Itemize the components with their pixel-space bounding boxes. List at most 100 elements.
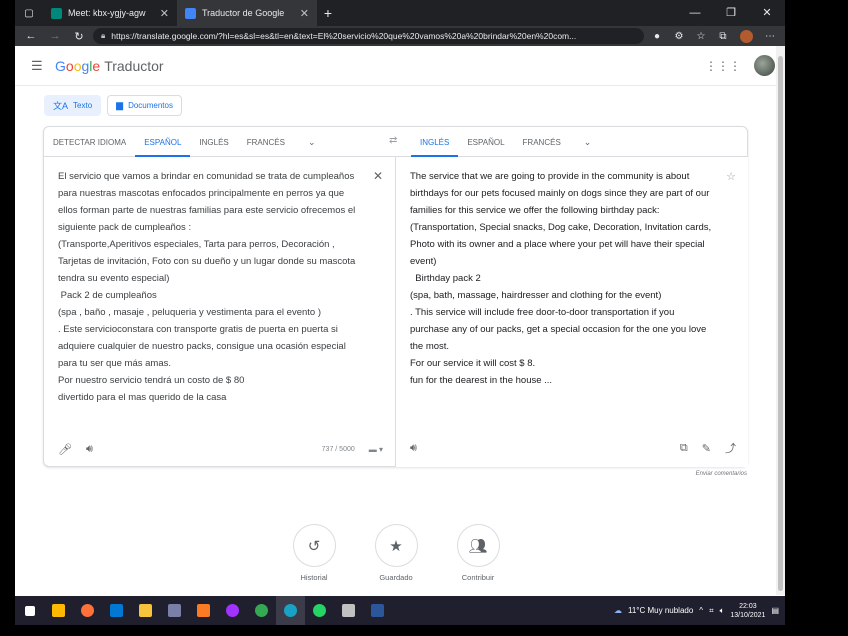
new-tab-button[interactable]: +: [317, 0, 339, 26]
network-icon[interactable]: ⌗: [709, 606, 714, 616]
url-field[interactable]: 🔒︎ https://translate.google.com/?hl=es&s…: [93, 28, 644, 44]
menu-icon[interactable]: ⋯: [761, 31, 779, 42]
logo-product: Traductor: [104, 57, 164, 74]
action-label: Historial: [300, 573, 328, 582]
maximize-icon[interactable]: ❐: [713, 0, 749, 26]
copy-icon[interactable]: ⧉: [680, 442, 688, 455]
collections-icon[interactable]: ⧉: [714, 31, 732, 42]
clear-source-icon[interactable]: ✕: [373, 169, 383, 183]
mode-label: Documentos: [128, 101, 173, 110]
listen-source-icon[interactable]: 🔊︎: [86, 443, 93, 456]
close-window-icon[interactable]: ✕: [749, 0, 785, 26]
scrollbar-thumb[interactable]: [778, 56, 783, 591]
xampp-icon[interactable]: [189, 596, 218, 625]
share-icon[interactable]: ⤴: [725, 440, 736, 456]
mode-text-button[interactable]: 文A Texto: [44, 95, 102, 116]
send-feedback-link[interactable]: Enviar comentarios: [696, 471, 747, 477]
app-icon[interactable]: [160, 596, 189, 625]
favorites-icon[interactable]: ☆: [692, 31, 710, 42]
target-footer: 🔊︎ ⧉ ✎ ⤴: [410, 440, 736, 456]
saved-button[interactable]: ★ Guardado: [374, 524, 418, 582]
account-avatar[interactable]: [754, 55, 775, 76]
source-lang-french[interactable]: FRANCÉS: [238, 127, 294, 157]
swap-languages-icon[interactable]: ⇄: [389, 135, 397, 146]
reload-icon[interactable]: ↻: [69, 30, 89, 43]
history-button[interactable]: ↺ Historial: [292, 524, 336, 582]
save-translation-star-icon[interactable]: ☆: [726, 170, 736, 183]
contribute-button[interactable]: 👥︎ Contribuir: [456, 524, 500, 582]
tab-translate[interactable]: Traductor de Google ✕: [177, 0, 317, 26]
file-explorer-icon[interactable]: [131, 596, 160, 625]
messenger-icon[interactable]: [218, 596, 247, 625]
extensions-puzzle-icon[interactable]: ⚙: [670, 31, 688, 42]
source-text-input[interactable]: El servicio que vamos a brindar en comun…: [58, 168, 363, 406]
clock[interactable]: 22:03 13/10/2021: [730, 602, 765, 620]
back-icon[interactable]: ←: [21, 30, 41, 42]
extension-icon[interactable]: ●: [648, 31, 666, 42]
logo[interactable]: Google Traductor: [55, 58, 164, 74]
store-icon[interactable]: [44, 596, 73, 625]
mode-documents-button[interactable]: ▆ Documentos: [107, 95, 182, 116]
target-more-languages-icon[interactable]: ⌄: [570, 127, 606, 157]
volume-icon[interactable]: 🔈︎: [720, 606, 725, 616]
app-icon[interactable]: [334, 596, 363, 625]
listen-translation-icon[interactable]: 🔊︎: [410, 442, 417, 455]
mode-selector: 文A Texto ▆ Documentos: [44, 95, 182, 116]
target-pane: The service that we are going to provide…: [396, 157, 748, 467]
action-label: Guardado: [379, 573, 413, 582]
source-lang-english[interactable]: INGLÉS: [190, 127, 237, 157]
target-lang-french[interactable]: FRANCÉS: [514, 127, 570, 157]
lock-icon: 🔒︎: [101, 31, 106, 40]
translate-favicon-icon: [185, 7, 196, 19]
microphone-icon[interactable]: 🎤︎: [58, 443, 72, 456]
language-row: DETECTAR IDIOMA ESPAÑOL INGLÉS FRANCÉS ⌄…: [44, 127, 747, 157]
start-icon[interactable]: [15, 596, 44, 625]
close-tab-icon[interactable]: ✕: [160, 7, 169, 20]
meet-favicon-icon: [51, 7, 62, 19]
star-icon: ★: [374, 524, 418, 567]
hamburger-menu-icon[interactable]: ☰: [31, 58, 45, 74]
vscode-icon[interactable]: [102, 596, 131, 625]
profile-avatar[interactable]: [740, 29, 753, 43]
apps-grid-icon[interactable]: ⋮⋮⋮: [705, 59, 741, 73]
minimize-icon[interactable]: —: [677, 0, 713, 26]
tab-bar: ▢ Meet: kbx-ygjy-agw ✕ Traductor de Goog…: [15, 0, 785, 26]
chrome-icon[interactable]: [247, 596, 276, 625]
char-count: 737 / 5000: [321, 446, 355, 453]
history-icon: ↺: [292, 524, 336, 567]
forward-icon[interactable]: →: [45, 30, 65, 42]
weather-text[interactable]: 11°C Muy nublado: [628, 606, 693, 615]
target-lang-english[interactable]: INGLÉS: [411, 127, 459, 157]
browser-window: ▢ Meet: kbx-ygjy-agw ✕ Traductor de Goog…: [15, 0, 785, 625]
edit-icon[interactable]: ✎: [702, 442, 711, 455]
tab-actions-icon[interactable]: ▢: [15, 0, 43, 26]
translation-panel: DETECTAR IDIOMA ESPAÑOL INGLÉS FRANCÉS ⌄…: [43, 126, 748, 467]
firefox-icon[interactable]: [73, 596, 102, 625]
url-text: https://translate.google.com/?hl=es&sl=e…: [111, 31, 577, 41]
edge-icon[interactable]: [276, 596, 305, 625]
source-lang-spanish[interactable]: ESPAÑOL: [135, 127, 191, 157]
source-more-languages-icon[interactable]: ⌄: [294, 127, 330, 157]
source-language-tabs: DETECTAR IDIOMA ESPAÑOL INGLÉS FRANCÉS ⌄: [44, 127, 396, 157]
tab-title: Traductor de Google: [202, 8, 285, 18]
keyboard-icon[interactable]: ▬ ▾: [369, 445, 383, 454]
whatsapp-icon[interactable]: [305, 596, 334, 625]
mode-label: Texto: [73, 101, 93, 110]
close-tab-icon[interactable]: ✕: [300, 7, 309, 20]
page-scrollbar[interactable]: [776, 46, 785, 595]
google-header: ☰ Google Traductor ⋮⋮⋮: [15, 46, 785, 86]
notifications-icon[interactable]: ▤: [771, 606, 779, 615]
word-icon[interactable]: [363, 596, 392, 625]
action-label: Contribuir: [461, 573, 495, 582]
address-bar-row: ← → ↻ 🔒︎ https://translate.google.com/?h…: [15, 26, 785, 46]
tab-meet[interactable]: Meet: kbx-ygjy-agw ✕: [43, 0, 177, 26]
system-tray: ☁ 11°C Muy nublado ^ ⌗ 🔈︎ 22:03 13/10/20…: [614, 602, 785, 620]
target-lang-spanish[interactable]: ESPAÑOL: [458, 127, 513, 157]
clock-date: 13/10/2021: [730, 611, 766, 619]
source-lang-detect[interactable]: DETECTAR IDIOMA: [44, 127, 135, 157]
tray-arrow-icon[interactable]: ^: [699, 606, 703, 615]
logo-google: Google: [55, 57, 101, 74]
source-footer: 🎤︎ 🔊︎ 737 / 5000 ▬ ▾: [58, 443, 383, 456]
bottom-actions: ↺ Historial ★ Guardado 👥︎ Contribuir: [292, 524, 500, 582]
windows-taskbar: ☁ 11°C Muy nublado ^ ⌗ 🔈︎ 22:03 13/10/20…: [15, 596, 785, 625]
